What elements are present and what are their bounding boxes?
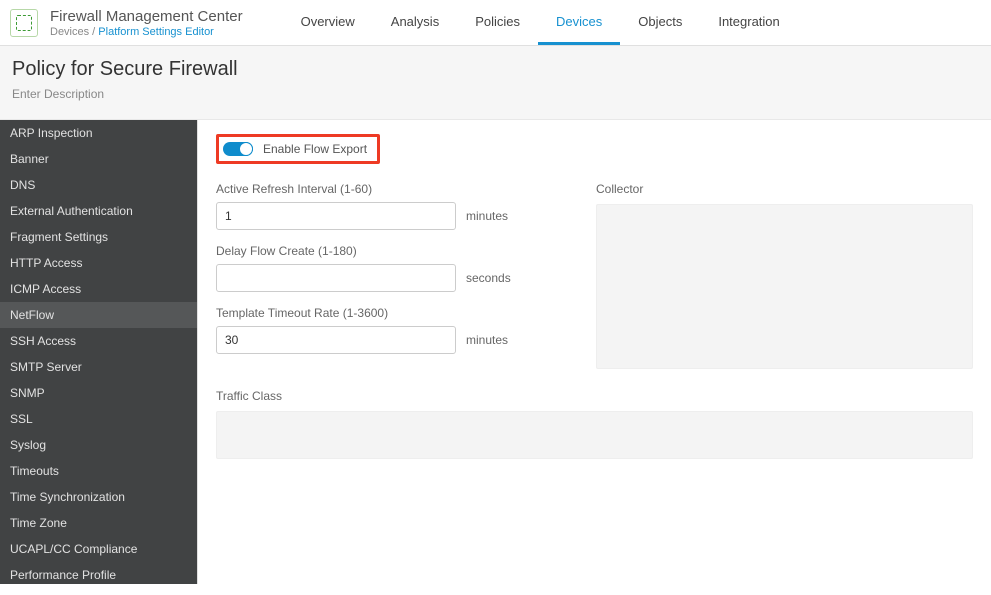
- sidebar-item-external-authentication[interactable]: External Authentication: [0, 198, 197, 224]
- main-area: ARP InspectionBannerDNSExternal Authenti…: [0, 120, 991, 584]
- traffic-class-label: Traffic Class: [216, 389, 973, 403]
- policy-subheader: Policy for Secure Firewall Enter Descrip…: [0, 46, 991, 120]
- content-panel: Enable Flow Export Active Refresh Interv…: [197, 120, 991, 584]
- template-timeout-group: Template Timeout Rate (1-3600) minutes: [216, 306, 516, 354]
- sidebar-item-icmp-access[interactable]: ICMP Access: [0, 276, 197, 302]
- logo-icon: [16, 15, 32, 31]
- policy-title: Policy for Secure Firewall: [12, 58, 977, 81]
- breadcrumb-static: Devices /: [50, 26, 98, 38]
- sidebar-item-snmp[interactable]: SNMP: [0, 380, 197, 406]
- nav-tab-overview[interactable]: Overview: [283, 0, 373, 45]
- form-columns: Active Refresh Interval (1-60) minutes D…: [216, 182, 973, 369]
- sidebar-item-timeouts[interactable]: Timeouts: [0, 458, 197, 484]
- sidebar-item-ssl[interactable]: SSL: [0, 406, 197, 432]
- sidebar-item-performance-profile[interactable]: Performance Profile: [0, 562, 197, 584]
- sidebar-item-time-zone[interactable]: Time Zone: [0, 510, 197, 536]
- active-refresh-unit: minutes: [466, 209, 508, 223]
- right-column: Collector: [596, 182, 973, 369]
- collector-panel[interactable]: [596, 204, 973, 369]
- delay-flow-row: seconds: [216, 264, 516, 292]
- app-logo: [10, 9, 38, 37]
- traffic-class-section: Traffic Class: [216, 389, 973, 459]
- sidebar-item-http-access[interactable]: HTTP Access: [0, 250, 197, 276]
- sidebar-item-fragment-settings[interactable]: Fragment Settings: [0, 224, 197, 250]
- delay-flow-unit: seconds: [466, 271, 511, 285]
- sidebar-item-netflow[interactable]: NetFlow: [0, 302, 197, 328]
- template-timeout-input[interactable]: [216, 326, 456, 354]
- template-timeout-row: minutes: [216, 326, 516, 354]
- enable-flow-export-label: Enable Flow Export: [263, 142, 367, 156]
- sidebar-item-ucapl-cc-compliance[interactable]: UCAPL/CC Compliance: [0, 536, 197, 562]
- sidebar-item-arp-inspection[interactable]: ARP Inspection: [0, 120, 197, 146]
- template-timeout-label: Template Timeout Rate (1-3600): [216, 306, 516, 320]
- app-header: Firewall Management Center Devices / Pla…: [0, 0, 991, 46]
- sidebar-item-smtp-server[interactable]: SMTP Server: [0, 354, 197, 380]
- policy-description[interactable]: Enter Description: [12, 87, 977, 101]
- active-refresh-input[interactable]: [216, 202, 456, 230]
- left-column: Active Refresh Interval (1-60) minutes D…: [216, 182, 516, 369]
- sidebar-item-ssh-access[interactable]: SSH Access: [0, 328, 197, 354]
- sidebar-item-banner[interactable]: Banner: [0, 146, 197, 172]
- traffic-class-panel[interactable]: [216, 411, 973, 459]
- title-block: Firewall Management Center Devices / Pla…: [50, 8, 243, 38]
- enable-flow-export-highlight: Enable Flow Export: [216, 134, 380, 164]
- breadcrumb-link[interactable]: Platform Settings Editor: [98, 26, 214, 38]
- enable-flow-export-toggle[interactable]: [223, 142, 253, 156]
- breadcrumb: Devices / Platform Settings Editor: [50, 26, 243, 38]
- toggle-knob-icon: [239, 142, 253, 156]
- active-refresh-label: Active Refresh Interval (1-60): [216, 182, 516, 196]
- delay-flow-input[interactable]: [216, 264, 456, 292]
- sidebar: ARP InspectionBannerDNSExternal Authenti…: [0, 120, 197, 584]
- nav-tab-objects[interactable]: Objects: [620, 0, 700, 45]
- nav-tab-analysis[interactable]: Analysis: [373, 0, 457, 45]
- sidebar-item-syslog[interactable]: Syslog: [0, 432, 197, 458]
- nav-tab-devices[interactable]: Devices: [538, 0, 620, 45]
- delay-flow-label: Delay Flow Create (1-180): [216, 244, 516, 258]
- collector-label: Collector: [596, 182, 973, 196]
- template-timeout-unit: minutes: [466, 333, 508, 347]
- sidebar-item-dns[interactable]: DNS: [0, 172, 197, 198]
- nav-tab-policies[interactable]: Policies: [457, 0, 538, 45]
- nav-tabs: OverviewAnalysisPoliciesDevicesObjectsIn…: [283, 0, 798, 45]
- delay-flow-group: Delay Flow Create (1-180) seconds: [216, 244, 516, 292]
- app-title: Firewall Management Center: [50, 8, 243, 25]
- active-refresh-group: Active Refresh Interval (1-60) minutes: [216, 182, 516, 230]
- active-refresh-row: minutes: [216, 202, 516, 230]
- nav-tab-integration[interactable]: Integration: [700, 0, 797, 45]
- sidebar-item-time-synchronization[interactable]: Time Synchronization: [0, 484, 197, 510]
